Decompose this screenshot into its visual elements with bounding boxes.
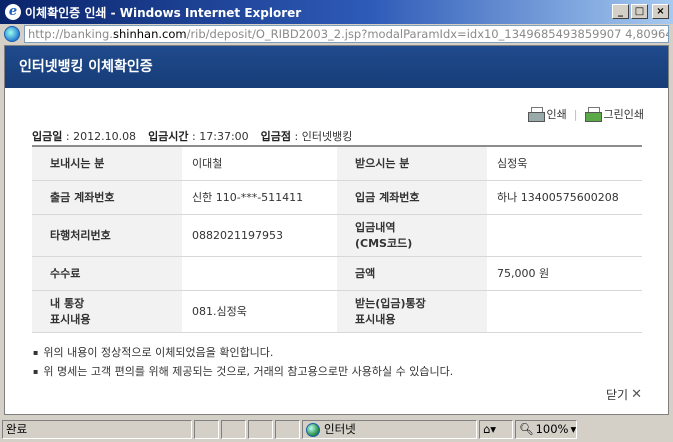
- zoom-control[interactable]: 🔍︎ 100% ▾: [515, 420, 577, 439]
- zoom-level: 100%: [535, 422, 569, 436]
- minimize-button[interactable]: _: [612, 4, 629, 19]
- status-pane: [194, 420, 219, 439]
- table-header-cell: 수수료: [32, 256, 182, 291]
- deposit-branch-value: 인터넷뱅킹: [301, 130, 353, 143]
- address-bar: http://banking.shinhan.com/rib/deposit/O…: [0, 24, 673, 44]
- page-content: 인터넷뱅킹 이체확인증 인쇄 | 그린인쇄 입금일 : 2012.10.08 입…: [4, 45, 669, 415]
- table-value-cell: 심정욱: [487, 146, 642, 181]
- maximize-button[interactable]: □: [631, 4, 648, 19]
- table-row: 수수료 금액 75,000 원: [32, 256, 642, 291]
- table-header-cell: 금액: [337, 256, 487, 291]
- address-path: /rib/deposit/O_RIBD2003_2.jsp?modalParam…: [186, 27, 669, 41]
- deposit-date-label: 입금일: [32, 130, 63, 143]
- table-header-cell: 입금 계좌번호: [337, 180, 487, 215]
- close-window-button[interactable]: ×: [652, 4, 669, 19]
- table-value-cell: 신한 110-***-511411: [182, 180, 337, 215]
- divider: |: [573, 107, 578, 121]
- deposit-date-value: 2012.10.08: [73, 130, 137, 143]
- deposit-date: 입금일 : 2012.10.08: [32, 130, 137, 143]
- security-zone[interactable]: 인터넷: [302, 420, 477, 439]
- close-button[interactable]: 닫기 ✕: [606, 386, 642, 403]
- table-row: 타행처리번호 0882021197953 입금내역 (CMS코드): [32, 214, 642, 257]
- transfer-details-table: 보내시는 분 이대철 받으시는 분 심정욱 출금 계좌번호 신한 110-***…: [32, 145, 642, 333]
- note-item: 위 명세는 고객 편의를 위해 제공되는 것으로, 거래의 참고용으로만 사용하…: [33, 362, 453, 381]
- print-button[interactable]: 인쇄: [527, 106, 567, 122]
- deposit-info: 입금일 : 2012.10.08 입금시간 : 17:37:00 입금점 : 인…: [32, 128, 352, 144]
- globe-icon: [306, 422, 320, 437]
- address-prefix: http://banking.: [28, 27, 113, 41]
- table-row: 출금 계좌번호 신한 110-***-511411 입금 계좌번호 하나 134…: [32, 180, 642, 215]
- window-controls: _ □ ×: [612, 4, 669, 19]
- status-pane: [221, 420, 246, 439]
- table-value-cell: 0882021197953: [182, 214, 337, 257]
- window-title: 이체확인증 인쇄 - Windows Internet Explorer: [25, 5, 302, 20]
- table-header-cell: 내 통장 표시내용: [32, 290, 182, 333]
- table-row: 내 통장 표시내용 081.심정욱 받는(입금)통장 표시내용: [32, 290, 642, 333]
- table-header-cell: 보내시는 분: [32, 146, 182, 181]
- table-row: 보내시는 분 이대철 받으시는 분 심정욱: [32, 146, 642, 181]
- deposit-branch: 입금점 : 인터넷뱅킹: [260, 130, 353, 143]
- page-icon: [4, 26, 20, 42]
- address-host: shinhan.com: [112, 27, 187, 41]
- page-title: 인터넷뱅킹 이체확인증: [5, 46, 668, 88]
- note-item: 위의 내용이 정상적으로 이체되었음을 확인합니다.: [33, 343, 453, 362]
- table-header-cell: 입금내역 (CMS코드): [337, 214, 487, 257]
- green-printer-icon: [584, 107, 602, 122]
- print-toolbar: 인쇄 | 그린인쇄: [527, 106, 644, 122]
- table-value-cell: [182, 256, 337, 291]
- status-pane: [275, 420, 300, 439]
- table-value-cell: 081.심정욱: [182, 290, 337, 333]
- deposit-time: 입금시간 : 17:37:00: [148, 130, 249, 143]
- graphic-print-button[interactable]: 그린인쇄: [584, 106, 644, 122]
- table-header-cell: 받는(입금)통장 표시내용: [337, 290, 487, 333]
- notes-list: 위의 내용이 정상적으로 이체되었음을 확인합니다. 위 명세는 고객 편의를 …: [33, 343, 453, 381]
- print-label: 인쇄: [546, 108, 567, 121]
- close-label: 닫기: [606, 388, 629, 402]
- table-value-cell: 75,000 원: [487, 256, 642, 291]
- status-pane: [248, 420, 273, 439]
- printer-icon: [527, 107, 545, 122]
- status-text: 완료: [2, 420, 192, 439]
- graphic-print-label: 그린인쇄: [603, 108, 644, 121]
- table-value-cell: [487, 214, 642, 257]
- table-header-cell: 출금 계좌번호: [32, 180, 182, 215]
- window-titlebar[interactable]: e 이체확인증 인쇄 - Windows Internet Explorer _…: [0, 0, 673, 24]
- protected-mode-icon: ⌂▾: [483, 422, 497, 436]
- zoom-icon: 🔍︎: [519, 422, 534, 436]
- deposit-branch-label: 입금점: [260, 130, 292, 143]
- table-value-cell: 하나 13400575600208: [487, 180, 642, 215]
- table-header-cell: 타행처리번호: [32, 214, 182, 257]
- protected-mode-button[interactable]: ⌂▾: [479, 420, 513, 439]
- table-value-cell: [487, 290, 642, 333]
- deposit-time-label: 입금시간: [148, 130, 189, 143]
- status-bar: 완료 인터넷 ⌂▾ 🔍︎ 100% ▾: [0, 417, 673, 442]
- chevron-down-icon: ▾: [570, 422, 577, 436]
- table-value-cell: 이대철: [182, 146, 337, 181]
- zone-label: 인터넷: [324, 422, 356, 436]
- deposit-time-value: 17:37:00: [199, 130, 249, 143]
- ie-logo-icon: e: [5, 4, 21, 20]
- address-field[interactable]: http://banking.shinhan.com/rib/deposit/O…: [24, 25, 669, 43]
- table-header-cell: 받으시는 분: [337, 146, 487, 181]
- close-icon: ✕: [631, 387, 642, 402]
